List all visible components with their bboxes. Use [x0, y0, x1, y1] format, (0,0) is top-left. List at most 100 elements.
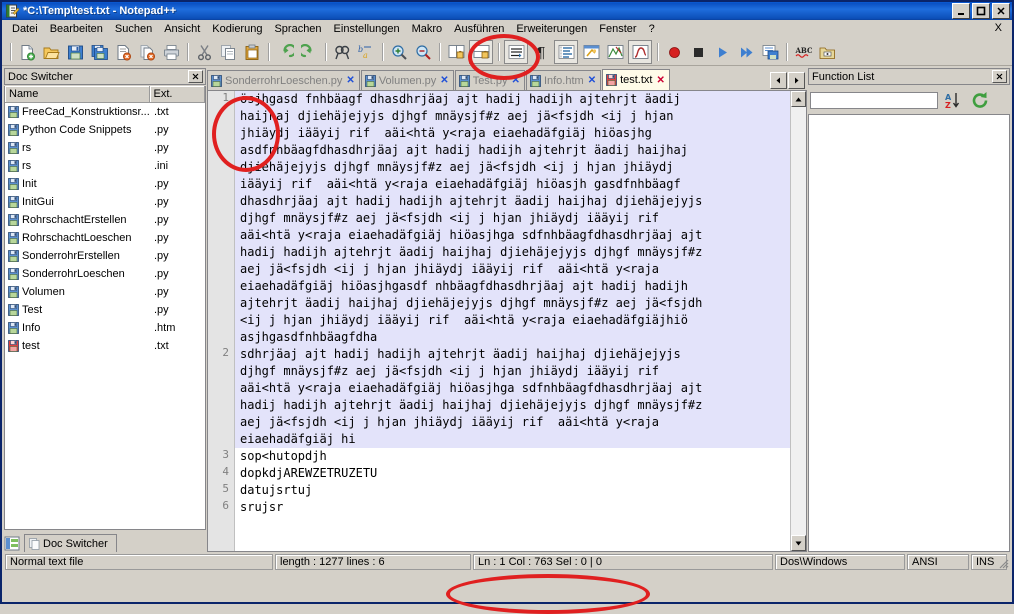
resize-grip[interactable] — [1009, 554, 1010, 570]
paste-icon[interactable] — [241, 41, 263, 63]
stop-macro-icon[interactable] — [687, 41, 709, 63]
save-all-icon[interactable] — [88, 41, 110, 63]
menu-item-kodierung[interactable]: Kodierung — [206, 21, 268, 37]
word-wrap-icon[interactable] — [504, 40, 528, 64]
run-macro-multiple-icon[interactable] — [735, 41, 757, 63]
toolbar-separator — [325, 43, 326, 61]
user-defined-dialog-icon[interactable] — [580, 41, 602, 63]
menu-item-einstellungen[interactable]: Einstellungen — [328, 21, 406, 37]
new-file-icon[interactable] — [16, 41, 38, 63]
minimize-button[interactable] — [952, 3, 970, 19]
tab-close-icon[interactable]: ✕ — [588, 75, 596, 86]
reload-icon[interactable] — [970, 91, 990, 110]
menu-item-help[interactable]: ? — [643, 21, 661, 37]
doc-map-icon[interactable] — [604, 41, 626, 63]
doc-switcher-row-ext: .py — [154, 124, 204, 136]
close-button[interactable] — [992, 3, 1010, 19]
doc-switcher-row[interactable]: Info.htm — [5, 319, 205, 337]
save-icon[interactable] — [64, 41, 86, 63]
scroll-down-button[interactable] — [791, 535, 806, 551]
save-macro-icon[interactable] — [759, 41, 781, 63]
replace-icon[interactable]: b a — [355, 41, 377, 63]
file-disk-icon — [8, 178, 19, 190]
menu-item-suchen[interactable]: Suchen — [109, 21, 158, 37]
sync-vertical-icon[interactable] — [445, 41, 467, 63]
column-header-name[interactable]: Name — [5, 86, 150, 102]
function-list-results[interactable] — [808, 114, 1010, 552]
tab-close-icon[interactable]: ✕ — [512, 75, 520, 86]
scroll-up-button[interactable] — [791, 91, 806, 107]
menu-item-erweiterungen[interactable]: Erweiterungen — [510, 21, 593, 37]
document-tab[interactable]: test.txt✕ — [602, 69, 670, 90]
find-icon[interactable] — [331, 41, 353, 63]
tab-close-icon[interactable]: ✕ — [346, 75, 354, 86]
doc-switcher-list[interactable]: Name Ext. FreeCad_Konstruktionsr....txtP… — [4, 86, 206, 530]
doc-switcher-bottom-tab[interactable]: Doc Switcher — [24, 534, 117, 552]
doc-switcher-row-ext: .py — [154, 286, 204, 298]
doc-switcher-row[interactable]: SonderrohrLoeschen.py — [5, 265, 205, 283]
menu-item-fenster[interactable]: Fenster — [593, 21, 642, 37]
tab-close-icon[interactable]: ✕ — [656, 75, 664, 86]
doc-switcher-row[interactable]: RohrschachtLoeschen.py — [5, 229, 205, 247]
title-bar: *C:\Temp\test.txt - Notepad++ — [2, 2, 1012, 20]
sync-horizontal-icon[interactable] — [469, 40, 493, 64]
zoom-in-icon[interactable] — [388, 41, 410, 63]
undo-icon[interactable] — [274, 41, 296, 63]
zoom-out-icon[interactable] — [412, 41, 434, 63]
panel-toggle-icon[interactable] — [4, 536, 22, 552]
indent-guide-icon[interactable] — [554, 40, 578, 64]
doc-switcher-row[interactable]: Test.py — [5, 301, 205, 319]
record-macro-icon[interactable] — [663, 41, 685, 63]
doc-switcher-row[interactable]: RohrschachtErstellen.py — [5, 211, 205, 229]
function-list-close-icon[interactable] — [992, 70, 1007, 83]
close-document-button[interactable]: X — [995, 22, 1002, 34]
maximize-button[interactable] — [972, 3, 990, 19]
menu-item-ausfuehren[interactable]: Ausführen — [448, 21, 510, 37]
spell-check-icon[interactable]: ABC — [792, 41, 814, 63]
doc-switcher-row-name: RohrschachtErstellen — [8, 214, 154, 226]
document-tab[interactable]: Info.htm✕ — [526, 70, 601, 90]
menu-item-makro[interactable]: Makro — [406, 21, 449, 37]
code-text-area[interactable]: ösjhgasd fnhbäagf dhasdhrjäaj ajt hadij … — [235, 91, 790, 551]
editor-view[interactable]: 123456 ösjhgasd fnhbäagf dhasdhrjäaj ajt… — [207, 90, 807, 552]
cut-icon[interactable] — [193, 41, 215, 63]
file-disk-icon — [8, 322, 19, 334]
menu-item-bearbeiten[interactable]: Bearbeiten — [44, 21, 109, 37]
sort-alpha-icon[interactable]: A Z — [944, 91, 964, 110]
print-icon[interactable] — [160, 41, 182, 63]
open-file-icon[interactable] — [40, 41, 62, 63]
document-tab[interactable]: SonderrohrLoeschen.py✕ — [207, 70, 360, 90]
menu-item-datei[interactable]: Datei — [6, 21, 44, 37]
document-tab[interactable]: Test.py✕ — [455, 70, 525, 90]
doc-switcher-row[interactable]: Python Code Snippets.py — [5, 121, 205, 139]
play-macro-icon[interactable] — [711, 41, 733, 63]
doc-switcher-row[interactable]: rs.py — [5, 139, 205, 157]
status-encoding: ANSI — [907, 554, 969, 570]
menu-item-sprachen[interactable]: Sprachen — [268, 21, 327, 37]
doc-switcher-row-ext: .py — [154, 268, 204, 280]
run-icon[interactable] — [816, 41, 838, 63]
close-file-icon[interactable] — [112, 41, 134, 63]
doc-switcher-row[interactable]: FreeCad_Konstruktionsr....txt — [5, 103, 205, 121]
menu-item-ansicht[interactable]: Ansicht — [158, 21, 206, 37]
function-list-search-input[interactable] — [810, 92, 938, 109]
tab-close-icon[interactable]: ✕ — [440, 75, 448, 86]
column-header-ext[interactable]: Ext. — [150, 86, 205, 102]
redo-icon[interactable] — [298, 41, 320, 63]
doc-switcher-row[interactable]: SonderrohrErstellen.py — [5, 247, 205, 265]
tab-prev-button[interactable] — [770, 72, 787, 89]
doc-switcher-row[interactable]: InitGui.py — [5, 193, 205, 211]
doc-switcher-row[interactable]: Init.py — [5, 175, 205, 193]
copy-icon[interactable] — [217, 41, 239, 63]
doc-switcher-row[interactable]: rs.ini — [5, 157, 205, 175]
function-list-icon[interactable] — [628, 40, 652, 64]
document-tab[interactable]: Volumen.py✕ — [361, 70, 454, 90]
show-all-chars-icon[interactable]: ¶ — [530, 41, 552, 63]
doc-switcher-row[interactable]: test.txt — [5, 337, 205, 355]
doc-switcher-close-icon[interactable] — [188, 70, 203, 83]
editor-visual-row: asjhgasdfnhbäagfdha — [235, 329, 790, 346]
tab-next-button[interactable] — [788, 72, 805, 89]
editor-vertical-scrollbar[interactable] — [790, 91, 806, 551]
doc-switcher-row[interactable]: Volumen.py — [5, 283, 205, 301]
close-all-icon[interactable] — [136, 41, 158, 63]
